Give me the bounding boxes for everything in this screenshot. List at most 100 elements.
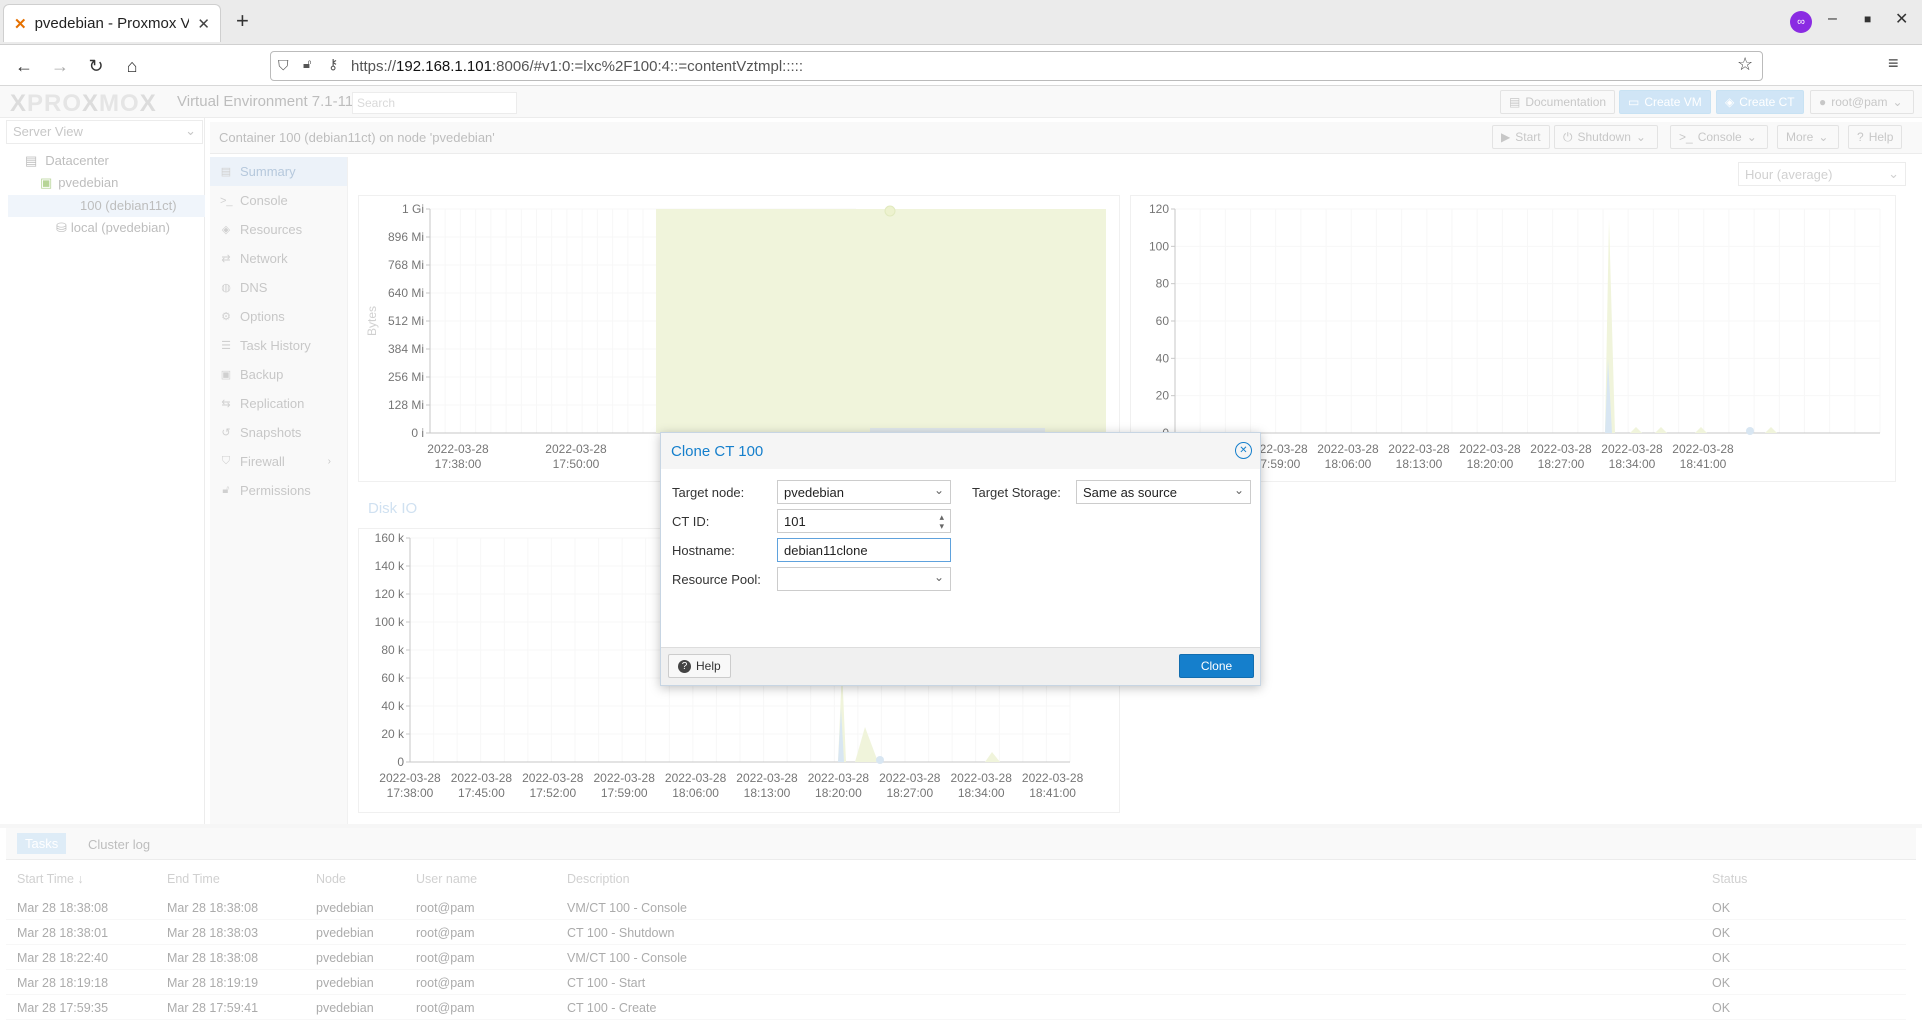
reload-icon[interactable]: ↻ xyxy=(82,52,110,80)
app-menu-icon[interactable]: ≡ xyxy=(1888,53,1899,74)
table-cell: Mar 28 18:19:19 xyxy=(167,976,259,990)
documentation-button[interactable]: ▤ Documentation xyxy=(1500,90,1616,114)
close-window-button[interactable]: ✕ xyxy=(1895,9,1908,29)
tree-node[interactable]: ▣ pvedebian xyxy=(40,175,118,191)
tree-container-selected[interactable]: 100 (debian11ct) xyxy=(8,195,205,217)
clone-dialog: Clone CT 100 ✕ Target node: pvedebian ⌄ … xyxy=(660,432,1261,686)
table-row[interactable]: Mar 28 17:59:35 Mar 28 17:59:41 pvedebian r… xyxy=(6,995,1906,1020)
start-button[interactable]: ▶ Start xyxy=(1492,125,1550,149)
create-vm-button[interactable]: ▭ Create VM xyxy=(1619,90,1711,114)
question-icon: ? xyxy=(1857,130,1864,144)
browser-tab[interactable]: ✕ pvedebian - Proxmox Virt ✕ xyxy=(3,4,221,42)
column-header[interactable]: User name xyxy=(416,872,477,886)
table-row[interactable]: Mar 28 18:22:40 Mar 28 18:38:08 pvedebian r… xyxy=(6,945,1906,970)
minimize-window-button[interactable]: – xyxy=(1828,10,1837,28)
container-menu: ▤ Summary >_ Console ◈ Resources ⇄ Network ◍ DNS ⚙… xyxy=(210,157,348,824)
timeframe-select[interactable]: Hour (average) ⌄ xyxy=(1738,162,1906,186)
maximize-window-button[interactable]: ■ xyxy=(1864,12,1871,26)
menu-item-resources[interactable]: ◈ Resources xyxy=(210,215,347,244)
home-icon[interactable]: ⌂ xyxy=(118,52,146,80)
desktop-icon: ▭ xyxy=(1628,95,1640,109)
table-row[interactable]: Mar 28 18:38:01 Mar 28 18:38:03 pvedebian r… xyxy=(6,920,1906,945)
menu-item-replication[interactable]: ⇆ Replication xyxy=(210,389,347,418)
shutdown-button[interactable]: ⏻ Shutdown ⌄ xyxy=(1554,125,1658,149)
close-tab-icon[interactable]: ✕ xyxy=(197,15,210,33)
proxmox-favicon-icon: ✕ xyxy=(14,15,27,33)
url-bar[interactable]: https://192.168.1.101:8006/#v1:0:=lxc%2F… xyxy=(270,51,1763,81)
page-title: Container 100 (debian11ct) on node 'pved… xyxy=(219,130,495,145)
shield-icon[interactable]: ⛉ xyxy=(278,57,289,74)
table-cell: VM/CT 100 - Console xyxy=(567,951,687,965)
chevron-down-icon: ⌄ xyxy=(1635,130,1646,144)
table-cell: Mar 28 17:59:35 xyxy=(17,1001,109,1015)
menu-item-snapshots[interactable]: ↺ Snapshots xyxy=(210,418,347,447)
console-button[interactable]: >_ Console ⌄ xyxy=(1670,125,1768,149)
menu-item-console[interactable]: >_ Console xyxy=(210,186,347,215)
menu-item-label: Resources xyxy=(240,222,303,237)
column-header[interactable]: Status xyxy=(1712,872,1747,886)
key-icon[interactable]: ⚷ xyxy=(328,56,338,73)
column-header[interactable]: Description xyxy=(567,872,630,886)
tree-datacenter[interactable]: ▤ Datacenter xyxy=(25,153,109,169)
table-row[interactable]: Mar 28 18:38:08 Mar 28 18:38:08 pvedebian r… xyxy=(6,895,1906,920)
ctid-input[interactable]: 101 ▴ ▾ xyxy=(777,509,951,533)
table-cell: pvedebian xyxy=(316,926,374,940)
spinner-icon[interactable]: ▴ ▾ xyxy=(939,513,944,531)
x-tick-label: 2022-03-28 17:50:00 xyxy=(545,442,607,471)
menu-item-label: Options xyxy=(240,309,285,324)
menu-item-task-history[interactable]: ☰ Task History xyxy=(210,331,347,360)
menu-item-firewall[interactable]: ⛉ Firewall › xyxy=(210,447,347,476)
user-menu-button[interactable]: ● root@pam ⌄ xyxy=(1810,90,1914,114)
y-tick-label: 0 xyxy=(397,755,404,769)
column-header[interactable]: End Time xyxy=(167,872,220,886)
menu-item-label: Firewall xyxy=(240,454,285,469)
target-node-select[interactable]: pvedebian ⌄ xyxy=(777,480,951,504)
y-tick-label: 512 Mi xyxy=(388,314,424,328)
menu-item-options[interactable]: ⚙ Options xyxy=(210,302,347,331)
menu-item-summary[interactable]: ▤ Summary xyxy=(210,157,347,186)
dialog-help-button[interactable]: ? Help xyxy=(668,654,731,678)
table-cell: root@pam xyxy=(416,951,475,965)
menu-item-label: Console xyxy=(240,193,288,208)
menu-item-permissions[interactable]: 🔓︎ Permissions xyxy=(210,476,347,505)
server-view-select[interactable]: Server View ⌄ xyxy=(6,120,203,144)
menu-item-network[interactable]: ⇄ Network xyxy=(210,244,347,273)
table-cell: OK xyxy=(1712,976,1731,990)
table-cell: pvedebian xyxy=(316,951,374,965)
menu-item-label: Permissions xyxy=(240,483,311,498)
menu-item-label: Replication xyxy=(240,396,305,411)
clone-button[interactable]: Clone xyxy=(1179,654,1254,678)
globe-icon: ◍ xyxy=(221,282,231,294)
create-ct-button[interactable]: ◈ Create CT xyxy=(1716,90,1804,114)
user-icon: ● xyxy=(1819,95,1827,109)
menu-item-backup[interactable]: ▣ Backup xyxy=(210,360,347,389)
tree-storage[interactable]: ⛁ local (pvedebian) xyxy=(56,220,170,236)
url-prefix: https:// xyxy=(351,57,397,75)
column-header[interactable]: Start Time ↓ xyxy=(17,872,84,886)
ctid-field: CT ID: xyxy=(672,514,709,529)
forward-icon[interactable]: → xyxy=(46,52,74,80)
floppy-icon: ▣ xyxy=(220,369,232,381)
tab-tasks[interactable]: Tasks xyxy=(17,833,67,854)
y-tick-label: 20 k xyxy=(381,727,405,741)
table-row[interactable]: Mar 28 18:19:18 Mar 28 18:19:19 pvedebian r… xyxy=(6,970,1906,995)
table-cell: root@pam xyxy=(416,926,475,940)
tab-cluster-log[interactable]: Cluster log xyxy=(88,837,150,852)
lock-icon[interactable]: 🔓︎ xyxy=(303,56,311,72)
bookmark-star-icon[interactable]: ☆ xyxy=(1737,54,1753,75)
hostname-input[interactable]: debian11clone xyxy=(777,538,951,562)
resource-pool-select[interactable]: ⌄ xyxy=(777,567,951,591)
help-button[interactable]: ? Help xyxy=(1848,125,1903,149)
new-tab-button[interactable]: + xyxy=(236,8,249,34)
column-header[interactable]: Node xyxy=(316,872,346,886)
back-icon[interactable]: ← xyxy=(10,52,38,80)
close-icon[interactable]: ✕ xyxy=(1235,442,1252,459)
target-storage-select[interactable]: Same as source ⌄ xyxy=(1076,480,1251,504)
table-cell: Mar 28 18:38:01 xyxy=(17,926,109,940)
menu-item-dns[interactable]: ◍ DNS xyxy=(210,273,347,302)
browser-tab-title: pvedebian - Proxmox Virt xyxy=(34,15,190,32)
url-host: 192.168.1.101 xyxy=(396,57,492,75)
x-tick-label: 2022-03-28 17:59:00 xyxy=(594,771,656,800)
search-input[interactable]: Search xyxy=(352,92,517,114)
more-button[interactable]: More ⌄ xyxy=(1777,125,1839,149)
